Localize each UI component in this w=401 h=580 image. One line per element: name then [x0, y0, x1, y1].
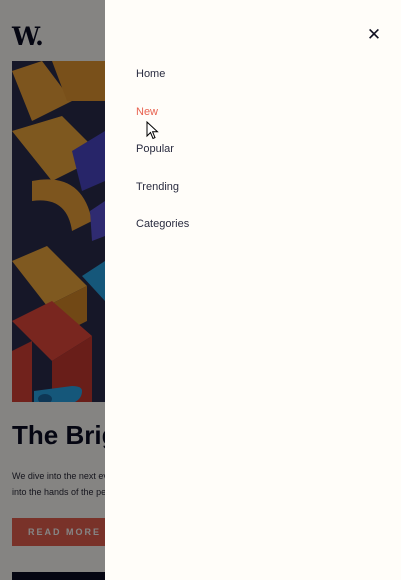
nav-item-categories[interactable]: Categories: [136, 216, 189, 254]
nav-item-home[interactable]: Home: [136, 66, 189, 104]
nav-menu: Home New Popular Trending Categories: [136, 66, 189, 254]
page: W. The Brig We dive into the next ev int…: [0, 0, 401, 580]
mouse-pointer-icon: [146, 121, 159, 140]
nav-item-trending[interactable]: Trending: [136, 179, 189, 217]
close-icon[interactable]: ✕: [365, 26, 383, 44]
nav-item-new[interactable]: New: [136, 104, 189, 142]
nav-item-popular[interactable]: Popular: [136, 141, 189, 179]
nav-drawer: ✕ Home New Popular Trending Categories: [105, 0, 401, 580]
